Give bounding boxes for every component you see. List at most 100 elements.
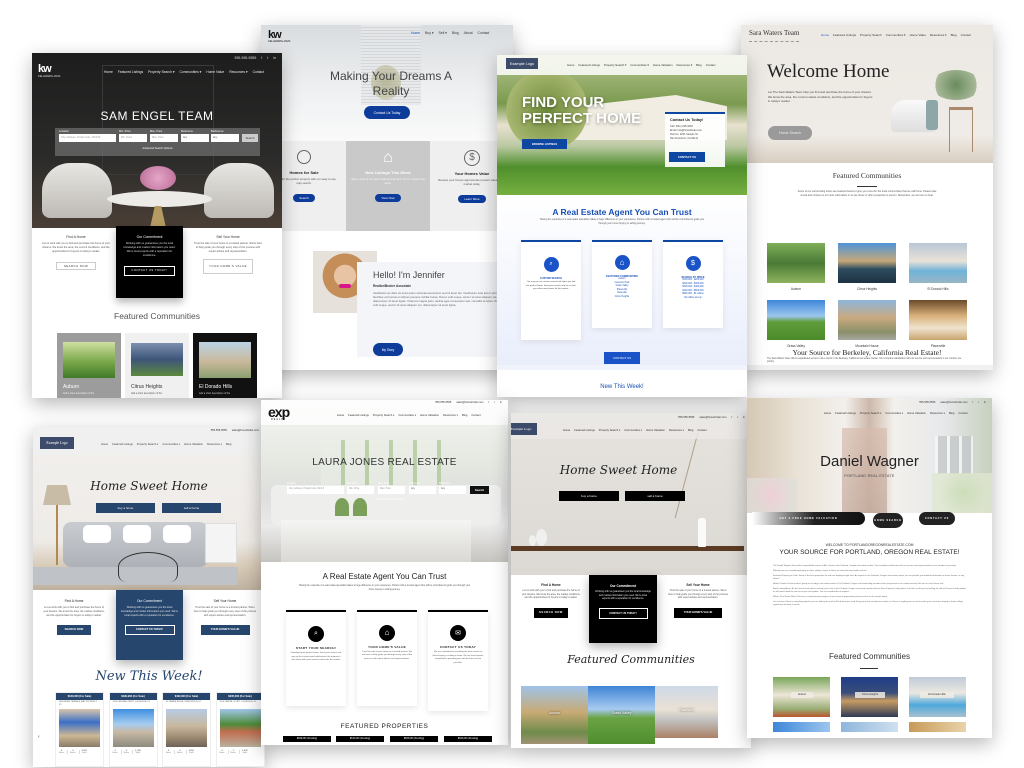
bathrooms-select[interactable]: Any <box>211 134 239 142</box>
linkedin-icon[interactable]: in <box>500 401 502 404</box>
nav-blog[interactable]: Blog <box>462 414 467 417</box>
my-story-button[interactable]: My Story <box>373 343 403 356</box>
learn-more-button[interactable]: Learn More <box>458 194 486 203</box>
community-tile-roseville[interactable]: Roseville <box>655 686 718 738</box>
home-search-button[interactable]: HOME SEARCH <box>873 513 903 528</box>
nav-home-valuation[interactable]: Home Valuation <box>420 414 439 417</box>
nav-blog[interactable]: Blog <box>696 63 702 67</box>
search-button[interactable]: Search <box>470 486 489 494</box>
phone-number[interactable]: 555-555-5555 <box>435 401 451 404</box>
community-tile-el-dorado-hills[interactable]: El Dorado Hills <box>909 677 966 717</box>
facebook-icon[interactable]: f <box>973 401 974 404</box>
contact-email[interactable]: Email: info@homefinder.com <box>670 129 720 132</box>
nav-home-value[interactable]: Home Value <box>910 33 926 37</box>
email-address[interactable]: sales@homefinder.com <box>232 429 259 432</box>
email-address[interactable]: sales@homefinder.com <box>456 401 483 404</box>
nav-home-valuation[interactable]: Home Valuation <box>646 429 665 432</box>
property-price-badge[interactable]: $610,000 (Pending) <box>336 736 384 742</box>
browse-listings-button[interactable]: BROWSE LISTINGS <box>522 139 567 149</box>
home-value-button[interactable]: YOUR HOME'S VALUE <box>203 258 253 274</box>
nav-home[interactable]: Home <box>411 31 420 35</box>
community-el-dorado-hills[interactable]: El Dorado Hills <box>909 243 967 291</box>
community-card-citrus-heights[interactable]: Citrus Heights Add a short description o… <box>125 333 189 398</box>
location-input[interactable]: City, Address, Postal Code, MLS # <box>287 486 344 494</box>
contact-us-today-button[interactable]: CONTACT US TODAY! <box>124 265 175 276</box>
twitter-icon[interactable]: t <box>494 401 495 404</box>
site-logo[interactable]: Example Logo <box>511 423 537 435</box>
nav-communities[interactable]: Communities ▾ <box>162 442 180 446</box>
nav-property-search[interactable]: Property Search ▾ <box>373 413 395 417</box>
nav-property-search[interactable]: Property Search ▾ <box>599 428 621 432</box>
contact-us-button[interactable]: CONTACT US <box>669 152 705 162</box>
nav-buy[interactable]: Buy ▾ <box>425 31 434 35</box>
nav-communities[interactable]: Communities ▾ <box>624 428 642 432</box>
listing-card[interactable]: $335,000 (For Sale) 2524 CAPITAL COURT, … <box>215 692 265 767</box>
community-link[interactable]: Citrus Heights <box>596 296 648 300</box>
home-search-button[interactable]: Home Search <box>768 126 812 140</box>
nav-home-valuation[interactable]: Home Valuation <box>653 63 673 67</box>
search-button[interactable]: Search <box>293 193 315 202</box>
nav-resources[interactable]: Resources ▾ <box>677 63 693 67</box>
nav-sell[interactable]: Sell ▾ <box>439 31 447 35</box>
min-price-input[interactable]: Min. Price <box>347 486 374 494</box>
contact-us-today-button[interactable]: CONTACT US TODAY! <box>124 624 175 635</box>
home-value-button[interactable]: YOUR HOME'S VALUE <box>200 624 250 635</box>
nav-contact[interactable]: Contact <box>958 412 967 415</box>
community-tile-grass-valley[interactable]: Grass Valley <box>588 686 655 744</box>
search-now-button[interactable]: SEARCH NOW <box>56 262 96 270</box>
search-now-button[interactable]: SEARCH NOW <box>534 607 568 618</box>
nav-communities[interactable]: Communities ▾ <box>630 63 649 67</box>
search-button[interactable]: Search <box>242 134 258 142</box>
nav-home[interactable]: Home <box>104 70 113 74</box>
nav-contact[interactable]: Contact <box>253 70 264 74</box>
linkedin-icon[interactable]: in <box>273 56 276 60</box>
advanced-search-link[interactable]: Advanced Search Options <box>287 498 494 501</box>
view-now-button[interactable]: View Now <box>375 193 401 202</box>
contact-phone[interactable]: Call: (541) 238-3294 <box>670 125 720 128</box>
email-address[interactable]: sales@homefinder.com <box>940 401 967 404</box>
nav-contact[interactable]: Contact <box>478 31 490 35</box>
nav-contact[interactable]: Contact <box>706 63 716 67</box>
nav-communities[interactable]: Communities ▾ <box>180 70 202 74</box>
email-address[interactable]: sales@homefinder.com <box>699 416 726 419</box>
nav-about[interactable]: About <box>464 31 473 35</box>
nav-home[interactable]: Home <box>821 33 829 37</box>
nav-contact[interactable]: Contact <box>961 33 971 37</box>
buy-a-home-button[interactable]: buy a home <box>559 491 619 501</box>
nav-property-search[interactable]: Property Search ▾ <box>604 63 626 67</box>
site-logo[interactable]: Example Logo <box>40 437 74 449</box>
community-auburn[interactable]: Auburn <box>767 243 825 291</box>
max-price-input[interactable]: Max. Price <box>150 134 178 142</box>
nav-home[interactable]: Home <box>563 429 570 432</box>
contact-us-button[interactable]: CONTACT US <box>604 352 640 364</box>
property-price-badge[interactable]: $520,000 (Pending) <box>444 736 492 742</box>
site-logo[interactable]: Example Logo <box>506 58 538 69</box>
nav-featured-listings[interactable]: Featured Listings <box>835 412 856 415</box>
community-tile-auburn[interactable]: Auburn <box>773 677 830 717</box>
sell-a-home-button[interactable]: sell a home <box>625 491 685 501</box>
linkedin-icon[interactable]: in <box>743 416 745 419</box>
listing-card[interactable]: $160,000 (For Sale) 2848 RIVER TERRACE W… <box>55 692 104 767</box>
community-tile-citrus-heights[interactable]: Citrus Heights <box>841 677 898 717</box>
nav-home-valuation[interactable]: Home Valuation <box>907 412 926 415</box>
nav-communities[interactable]: Communities ▾ <box>398 413 416 417</box>
nav-featured-listings[interactable]: Featured Listings <box>574 429 595 432</box>
nav-property-search[interactable]: Property Search ▾ <box>148 70 174 74</box>
nav-featured-listings[interactable]: Featured Listings <box>118 70 143 74</box>
bedrooms-select[interactable]: Any <box>409 486 436 494</box>
nav-resources[interactable]: Resources ▾ <box>229 70 247 74</box>
listing-card[interactable]: $499,900 (For Sale) 1520 CENTRAL CREST, … <box>108 692 158 767</box>
facebook-icon[interactable]: f <box>261 56 262 60</box>
community-mountain-house[interactable]: Mountain House <box>838 300 896 348</box>
phone-number[interactable]: 555-555-5555 <box>235 56 257 60</box>
nav-resources[interactable]: Resources ▾ <box>443 413 458 417</box>
max-price-input[interactable]: Max. Price <box>378 486 405 494</box>
nav-featured-listings[interactable]: Featured Listings <box>833 33 856 37</box>
nav-home-valuation[interactable]: Home Valuation <box>184 443 203 446</box>
nav-property-search[interactable]: Property Search ▾ <box>137 442 159 446</box>
property-price-badge[interactable]: $699,000 (Pending) <box>283 736 331 742</box>
search-now-button[interactable]: SEARCH NOW <box>57 624 91 635</box>
community-citrus-heights[interactable]: Citrus Heights <box>838 243 896 291</box>
nav-resources[interactable]: Resources ▾ <box>930 411 945 415</box>
site-logo[interactable]: Sara Waters Team <box>749 29 799 37</box>
